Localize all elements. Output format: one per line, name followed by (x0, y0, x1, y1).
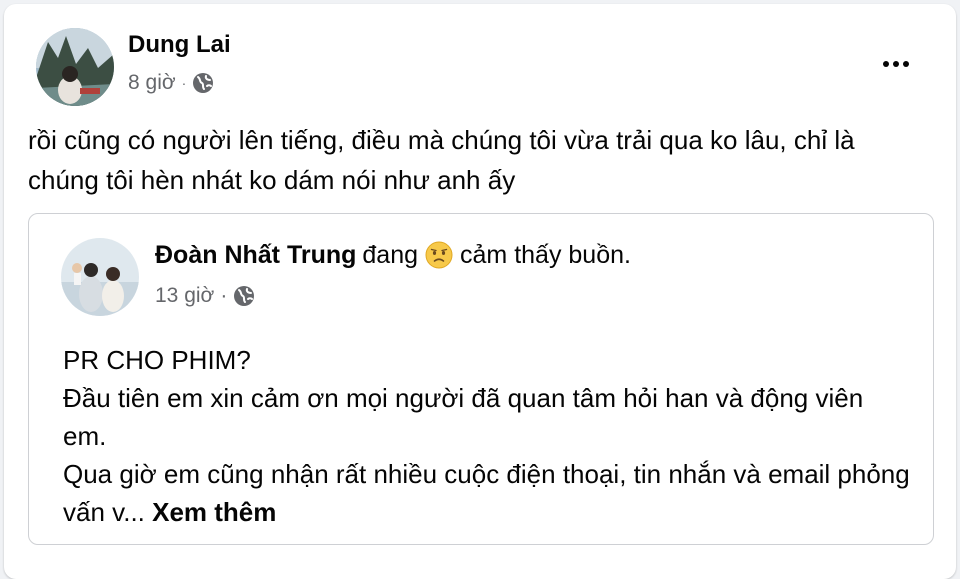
author-name[interactable]: Dung Lai (128, 31, 231, 59)
shared-post-body: PR CHO PHIM? Đầu tiên em xin cảm ơn mọi … (63, 341, 913, 531)
post-card: Dung Lai 8 giờ · rồi cũng có người lên t… (4, 4, 956, 579)
globe-icon[interactable] (233, 285, 255, 307)
shared-author-name[interactable]: Đoàn Nhất Trung (155, 241, 356, 270)
sad-face-emoji-icon (424, 240, 454, 270)
shared-post-line: Đầu tiên em xin cảm ơn mọi người đã quan… (63, 383, 864, 451)
meta-separator: · (220, 284, 228, 307)
more-options-icon[interactable] (876, 50, 916, 78)
shared-author-avatar[interactable] (61, 238, 139, 316)
post-text: rồi cũng có người lên tiếng, điều mà chú… (28, 125, 855, 195)
feeling-text: cảm thấy buồn. (460, 240, 631, 269)
see-more-link[interactable]: Xem thêm (152, 497, 276, 527)
post-meta: 8 giờ · (128, 71, 214, 95)
shared-author-line: Đoàn Nhất Trung đang cảm thấy buồn. (155, 240, 631, 270)
author-avatar[interactable] (36, 28, 114, 106)
meta-separator: · (181, 75, 187, 91)
shared-post-line-last: Qua giờ em cũng nhận rất nhiều cuộc điện… (63, 455, 913, 531)
post-time[interactable]: 8 giờ (128, 71, 176, 95)
feeling-prefix: đang (362, 240, 419, 269)
shared-post-meta: 13 giờ · (155, 284, 255, 308)
globe-icon[interactable] (192, 72, 214, 94)
shared-post-time[interactable]: 13 giờ (155, 284, 214, 308)
shared-post-line: PR CHO PHIM? (63, 345, 251, 375)
shared-post[interactable]: Đoàn Nhất Trung đang cảm thấy buồn. 13 g… (28, 213, 934, 545)
